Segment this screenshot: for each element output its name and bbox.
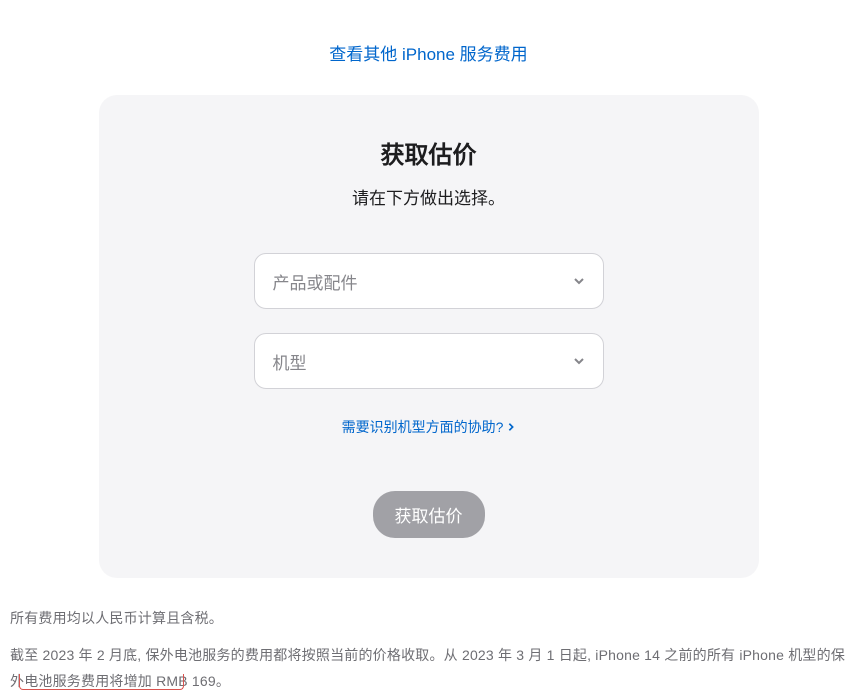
model-select-placeholder: 机型 <box>273 349 307 374</box>
chevron-down-icon <box>573 355 585 367</box>
footer-line-1: 所有费用均以人民币计算且含税。 <box>10 605 847 632</box>
footer-notes: 所有费用均以人民币计算且含税。 截至 2023 年 2 月底, 保外电池服务的费… <box>0 578 857 695</box>
help-link-text: 需要识别机型方面的协助? <box>342 417 504 437</box>
card-subtitle: 请在下方做出选择。 <box>149 184 709 209</box>
product-select-placeholder: 产品或配件 <box>273 269 358 294</box>
product-select[interactable]: 产品或配件 <box>254 253 604 309</box>
get-estimate-button[interactable]: 获取估价 <box>373 491 485 538</box>
chevron-right-icon <box>507 422 515 432</box>
model-select[interactable]: 机型 <box>254 333 604 389</box>
view-other-services-link[interactable]: 查看其他 iPhone 服务费用 <box>329 45 527 64</box>
estimate-card: 获取估价 请在下方做出选择。 产品或配件 机型 需要识别机型方面的协助? 获取估… <box>99 95 759 578</box>
identify-model-help-link[interactable]: 需要识别机型方面的协助? <box>342 417 516 437</box>
chevron-down-icon <box>573 275 585 287</box>
footer-line-2: 截至 2023 年 2 月底, 保外电池服务的费用都将按照当前的价格收取。从 2… <box>10 642 847 695</box>
footer-line-2-text: 截至 2023 年 2 月底, 保外电池服务的费用都将按照当前的价格收取。从 2… <box>10 647 845 690</box>
card-title: 获取估价 <box>149 135 709 170</box>
